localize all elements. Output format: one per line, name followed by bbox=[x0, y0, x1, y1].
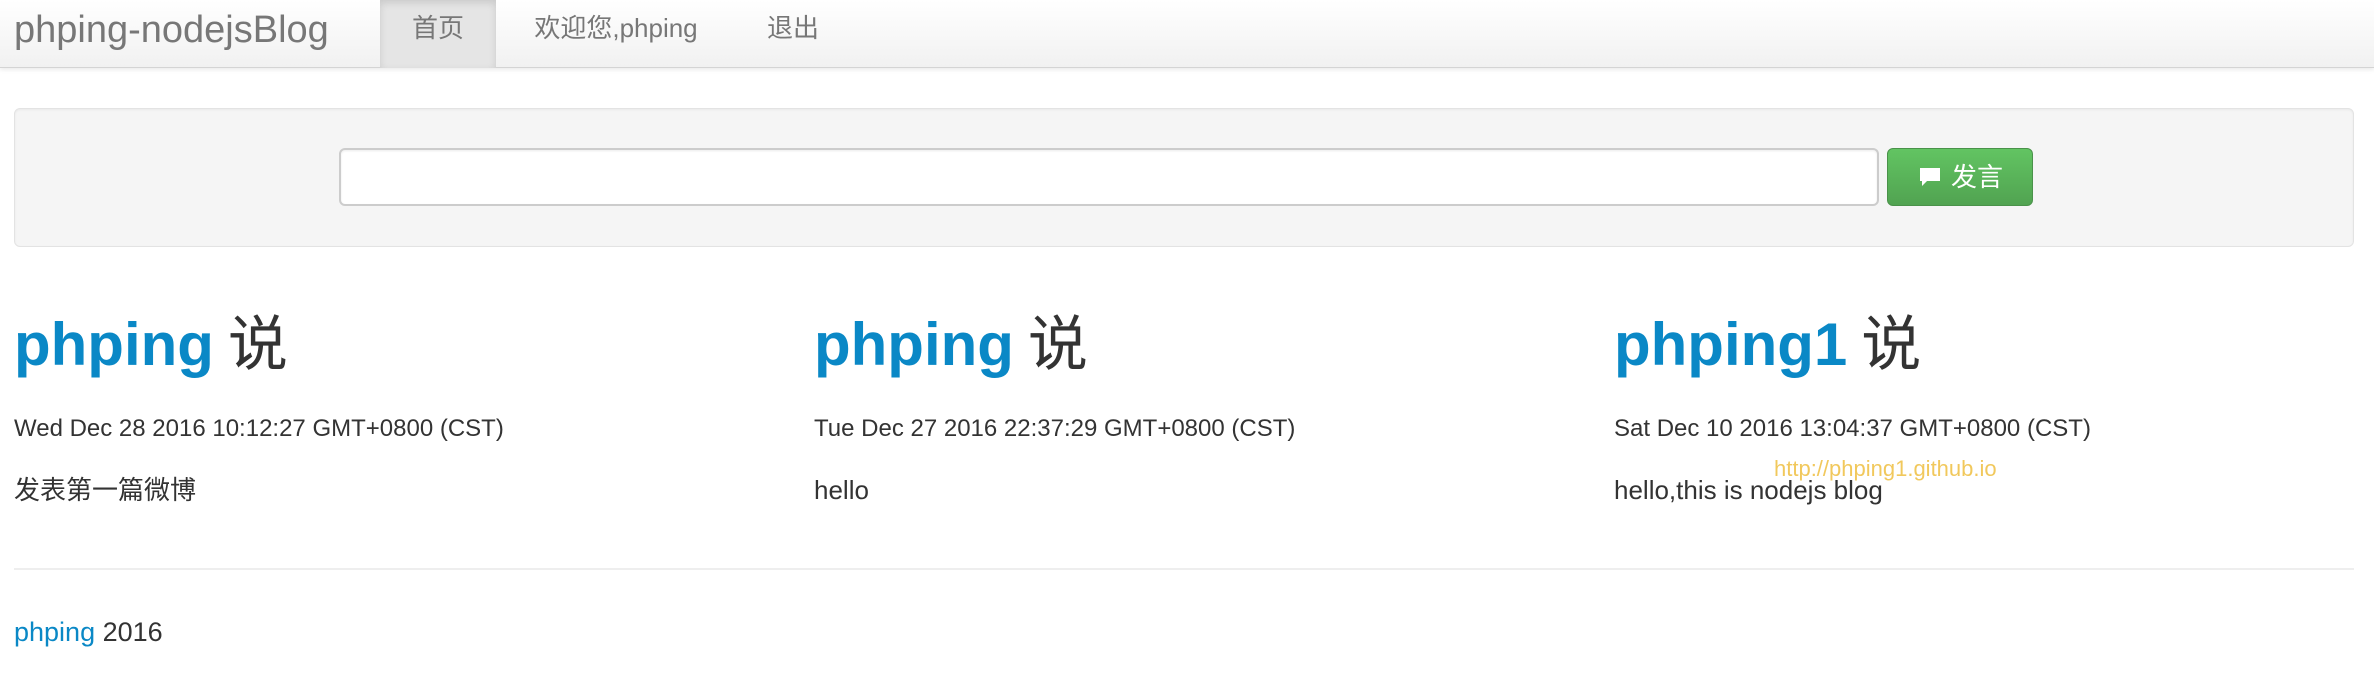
post-author-link[interactable]: phping bbox=[814, 311, 1014, 378]
post-content: 发表第一篇微博 bbox=[14, 475, 197, 505]
post-input[interactable] bbox=[339, 148, 1879, 206]
divider bbox=[14, 568, 2354, 570]
brand-logo-text[interactable]: phping-nodejsBlog bbox=[14, 4, 329, 56]
post-button-label: 发言 bbox=[1950, 162, 2003, 192]
post-timestamp: Wed Dec 28 2016 10:12:27 GMT+0800 (CST) bbox=[14, 415, 504, 442]
nav-welcome-user[interactable]: 欢迎您,phping bbox=[506, 0, 726, 68]
post-form: 发言 bbox=[14, 108, 2354, 247]
post-heading: phping 说 bbox=[814, 310, 1574, 380]
post-button[interactable]: 发言 bbox=[1887, 148, 2033, 206]
post-says: 说 bbox=[1861, 311, 1922, 378]
nav-home[interactable]: 首页 bbox=[380, 0, 496, 68]
post-item: phping 说 Tue Dec 27 2016 22:37:29 GMT+080… bbox=[814, 310, 1574, 508]
watermark: http://phping1.github.io bbox=[1774, 456, 1997, 481]
comment-icon bbox=[1917, 165, 1943, 189]
post-heading: phping1 说 bbox=[1614, 310, 2374, 380]
post-author-link[interactable]: phping1 bbox=[1614, 311, 1847, 378]
footer: phping 2016 bbox=[14, 614, 163, 650]
post-timestamp: Tue Dec 27 2016 22:37:29 GMT+0800 (CST) bbox=[814, 415, 1296, 442]
navbar: phping-nodejsBlog 首页 欢迎您,phping 退出 bbox=[0, 0, 2374, 68]
post-says: 说 bbox=[227, 311, 288, 378]
post-item: phping 说 Wed Dec 28 2016 10:12:27 GMT+080… bbox=[14, 310, 774, 508]
post-timestamp: Sat Dec 10 2016 13:04:37 GMT+0800 (CST) bbox=[1614, 415, 2091, 442]
footer-year: 2016 bbox=[102, 617, 163, 647]
post-author-link[interactable]: phping bbox=[14, 311, 214, 378]
footer-author-link[interactable]: phping bbox=[14, 617, 95, 647]
post-heading: phping 说 bbox=[14, 310, 774, 380]
nav-logout[interactable]: 退出 bbox=[744, 0, 842, 68]
post-content: hello bbox=[814, 475, 869, 505]
post-says: 说 bbox=[1027, 311, 1088, 378]
